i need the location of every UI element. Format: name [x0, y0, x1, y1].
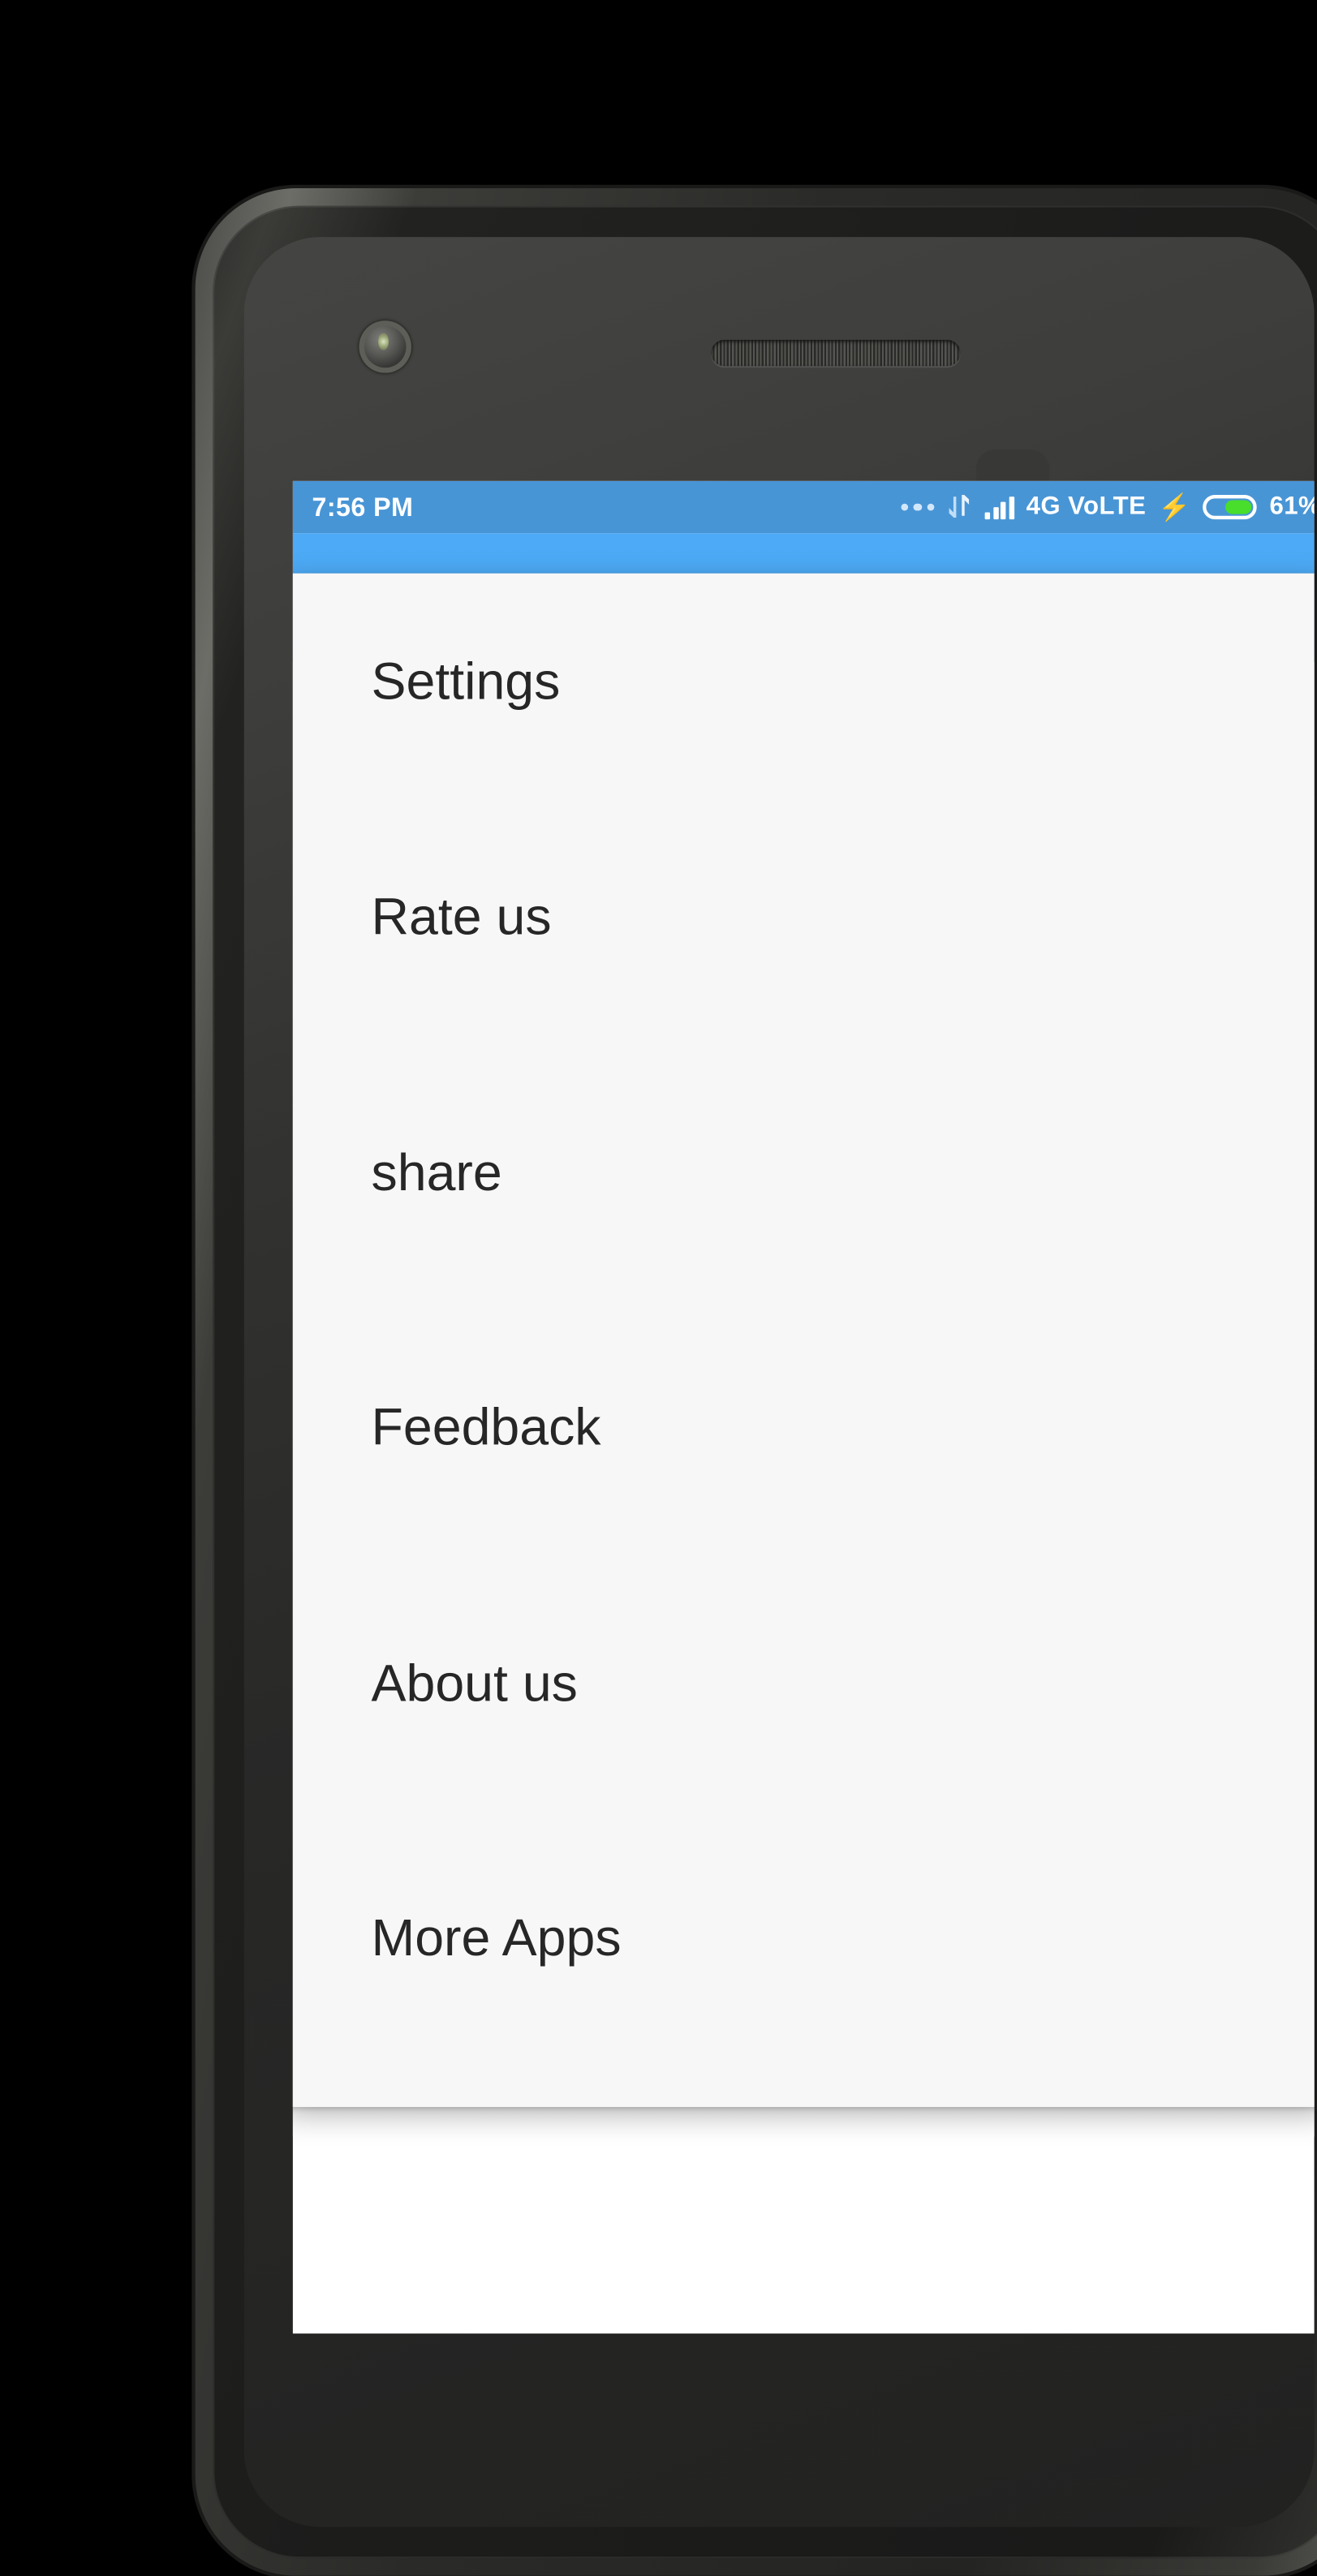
battery-icon: [1203, 495, 1258, 520]
front-camera-icon: [359, 320, 411, 373]
phone-body: 7:56 PM 4G VoLTE ⚡ 61%: [195, 187, 1317, 2576]
menu-item-settings[interactable]: Settings: [293, 574, 1315, 792]
menu-item-feedback[interactable]: Feedback: [293, 1302, 1315, 1558]
menu-item-label: Settings: [371, 652, 561, 711]
menu-item-label: About us: [371, 1655, 578, 1713]
menu-item-about-us[interactable]: About us: [293, 1557, 1315, 1813]
menu-item-share[interactable]: share: [293, 1047, 1315, 1302]
menu-item-label: More Apps: [371, 1910, 622, 1968]
phone-device: 7:56 PM 4G VoLTE ⚡ 61%: [0, 0, 1317, 2576]
menu-item-rate-us[interactable]: Rate us: [293, 791, 1315, 1047]
overflow-menu: Settings Rate us share Feedback About us…: [292, 573, 1315, 2107]
menu-item-label: Feedback: [371, 1400, 601, 1458]
signal-bars-icon: [985, 496, 1014, 519]
menu-item-more-apps[interactable]: More Apps: [293, 1813, 1315, 2068]
menu-item-label: Rate us: [371, 889, 552, 947]
phone-screen: 7:56 PM 4G VoLTE ⚡ 61%: [292, 480, 1315, 2334]
battery-percent-label: 61%: [1269, 492, 1315, 522]
status-bar-time: 7:56 PM: [312, 492, 414, 523]
network-type-label: 4G VoLTE: [1026, 492, 1147, 522]
phone-front-glass: 7:56 PM 4G VoLTE ⚡ 61%: [243, 237, 1315, 2527]
data-transfer-icon: [947, 492, 973, 523]
phone-bezel: 7:56 PM 4G VoLTE ⚡ 61%: [213, 205, 1317, 2559]
menu-item-label: share: [371, 1144, 502, 1202]
more-dots-icon: [900, 503, 935, 511]
earpiece-speaker-icon: [711, 339, 961, 367]
charging-bolt-icon: ⚡: [1158, 492, 1191, 523]
status-bar-right-group: 4G VoLTE ⚡ 61%: [900, 492, 1315, 523]
status-bar: 7:56 PM 4G VoLTE ⚡ 61%: [292, 480, 1315, 534]
